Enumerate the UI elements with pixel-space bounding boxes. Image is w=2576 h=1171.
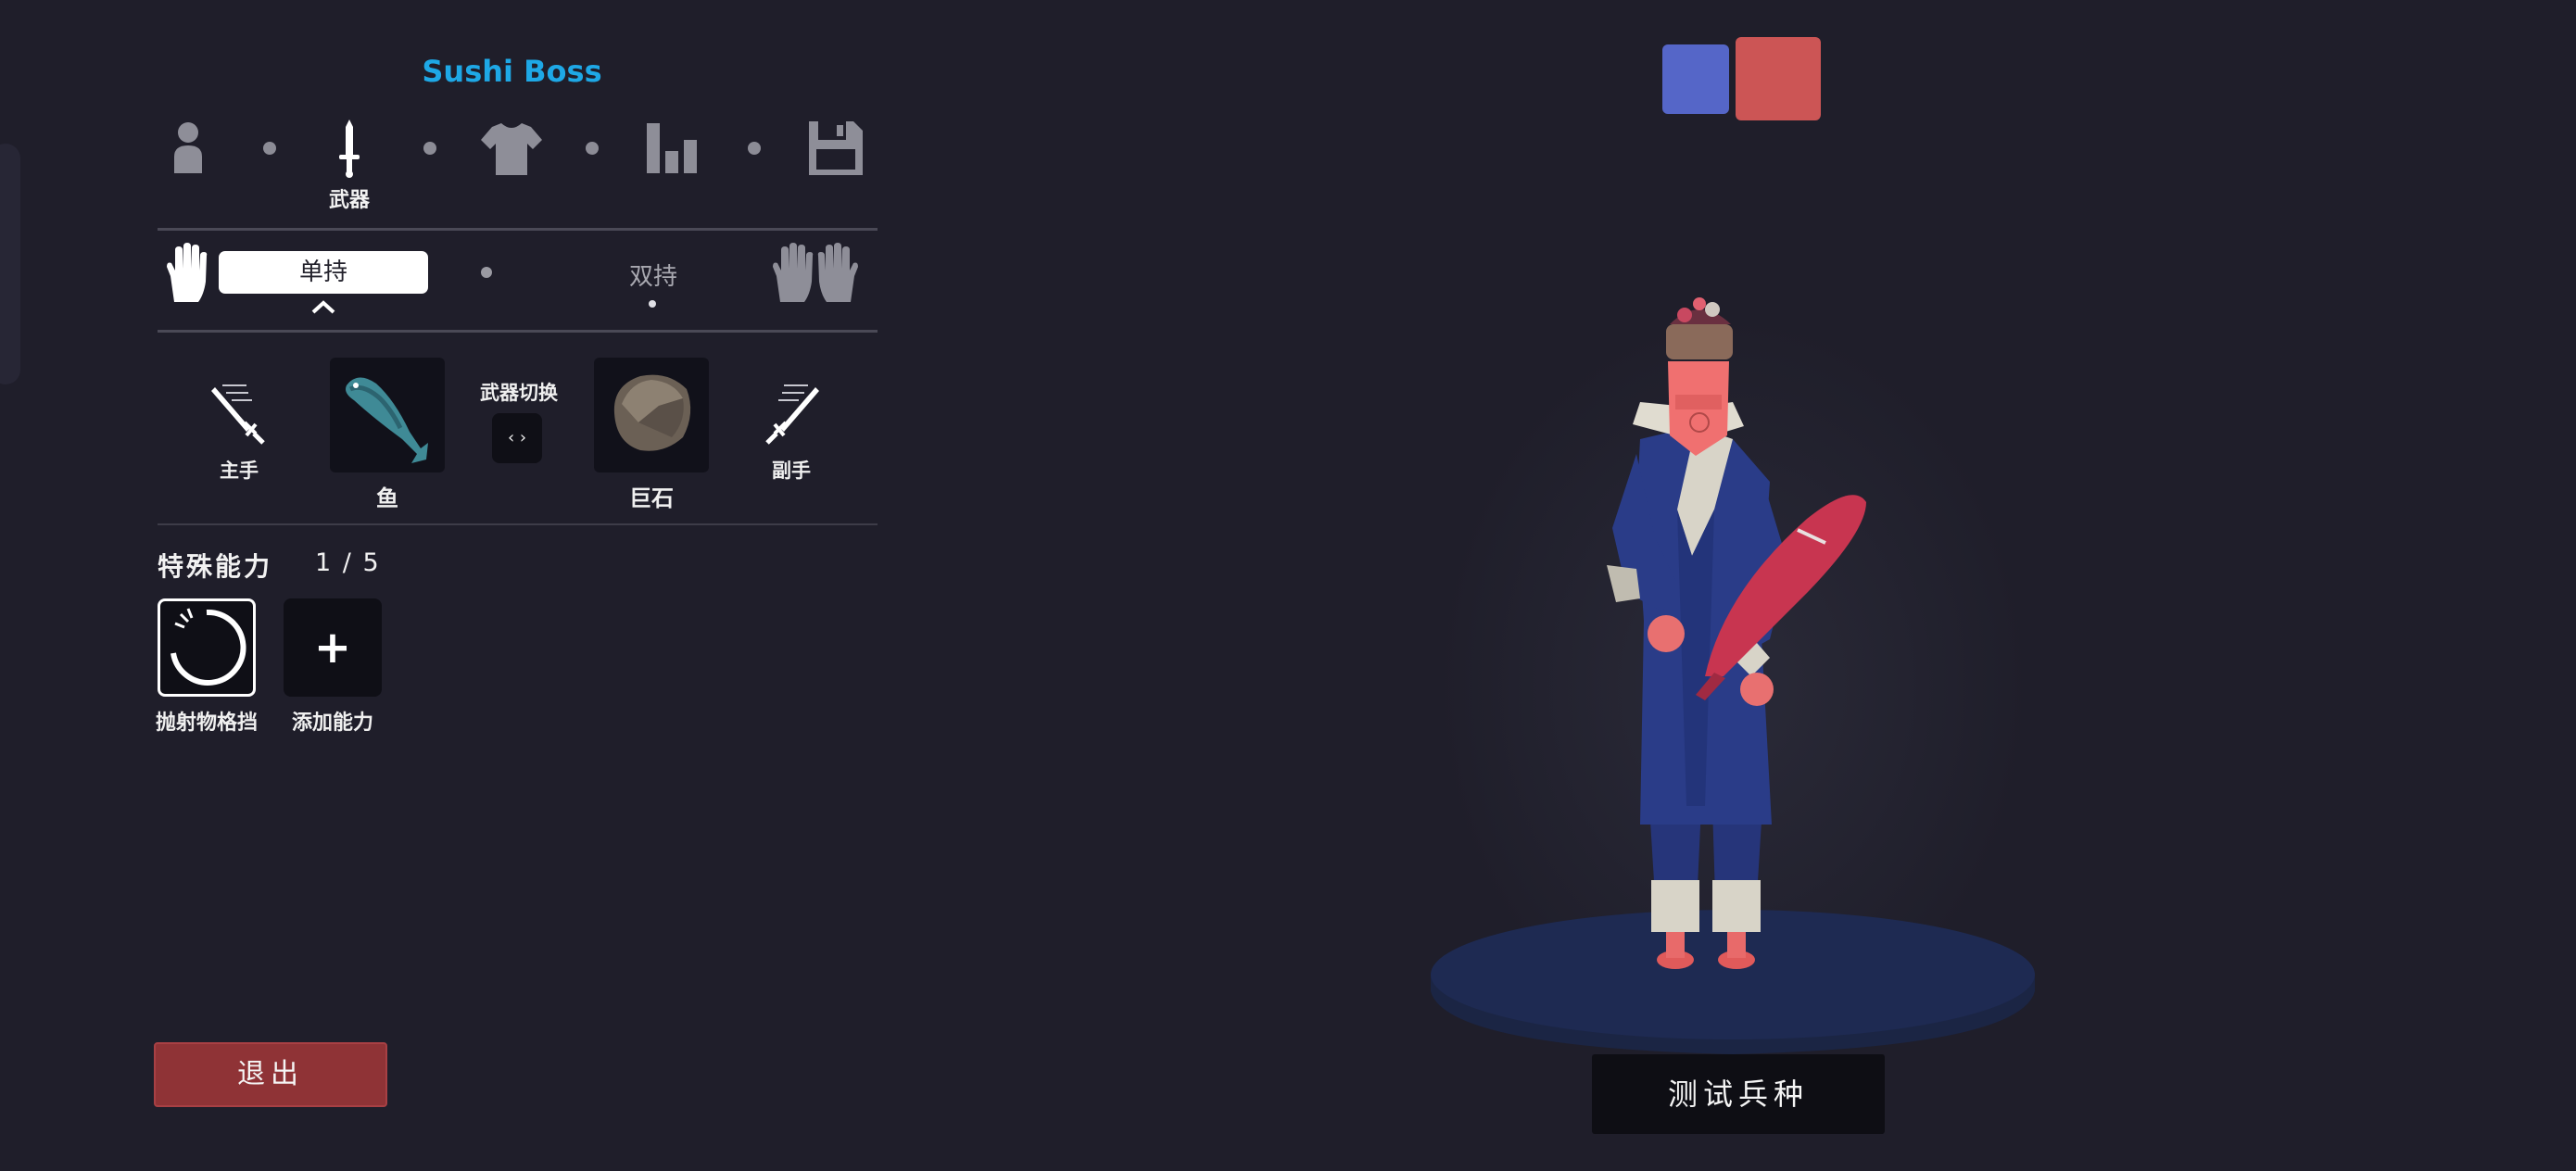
side-panel-tab[interactable] [0,144,20,384]
team-red-swatch[interactable] [1736,37,1821,120]
unit-preview-model [1418,287,2048,1069]
test-unit-button[interactable]: 测试兵种 [1592,1054,1885,1134]
projectile-block-icon [170,608,246,686]
divider [158,523,878,525]
off-hand-sword-icon [762,382,821,450]
divider [158,228,878,231]
divider [158,330,878,333]
unit-name-title: Sushi Boss [422,54,602,89]
shirt-icon[interactable] [479,116,544,181]
main-weapon-slot[interactable] [330,358,445,472]
add-ability-label: 添加能力 [291,711,373,735]
weapon-switch-title: 武器切换 [480,382,558,404]
grip-separator-dot [481,267,492,278]
save-disk-icon[interactable] [803,116,868,181]
off-weapon-name: 巨石 [629,485,674,511]
main-weapon-name: 鱼 [376,485,398,511]
step-separator-dot [748,142,761,155]
stats-chart-icon[interactable] [641,116,706,181]
add-ability-button[interactable]: + [284,598,382,697]
ability-slot-projectile-block[interactable] [158,598,256,697]
grip-dual-button[interactable]: 双持 [602,258,704,292]
main-hand-label: 主手 [220,460,259,482]
step-separator-dot [263,142,276,155]
team-blue-swatch[interactable] [1662,44,1729,114]
chevron-up-icon [309,298,337,319]
step-label-weapons: 武器 [328,189,370,212]
step-separator-dot [423,142,436,155]
off-weapon-slot[interactable] [594,358,709,472]
unit-body-icon[interactable] [156,116,221,181]
two-hands-icon[interactable] [769,243,862,304]
abilities-count: 1 / 5 [315,548,381,577]
main-hand-sword-icon [209,382,269,450]
ability-label: 抛射物格挡 [155,711,258,735]
step-separator-dot [586,142,599,155]
weapon-switch-button[interactable]: ‹ › [492,413,542,463]
abilities-title: 特殊能力 [158,551,273,582]
grip-single-button[interactable]: 单持 [219,251,428,294]
sword-icon[interactable] [317,116,382,181]
fish-weapon-icon [346,377,428,463]
grip-dual-indicator [649,300,656,308]
exit-button[interactable]: 退出 [154,1042,387,1107]
boulder-icon [613,374,691,451]
one-hand-icon[interactable] [163,243,209,304]
off-hand-label: 副手 [772,460,811,482]
